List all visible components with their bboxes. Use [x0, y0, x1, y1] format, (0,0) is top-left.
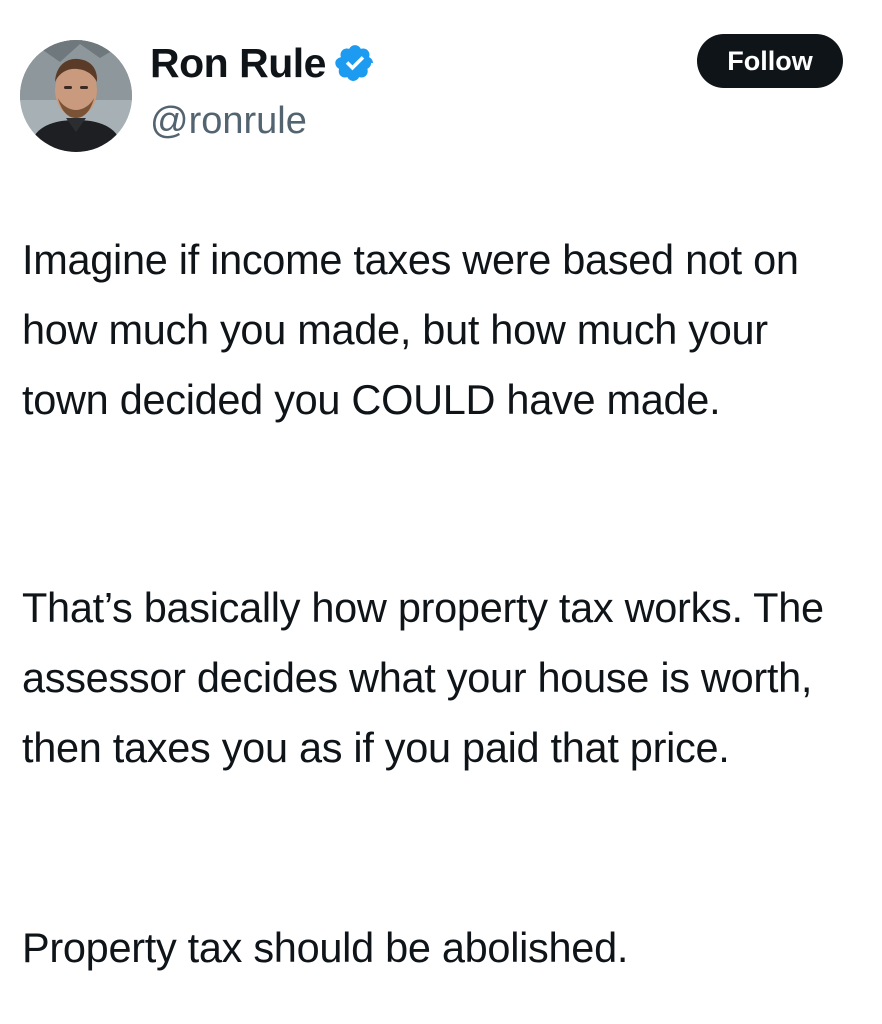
- author-name-row: Ron Rule: [150, 38, 376, 88]
- avatar[interactable]: [20, 40, 132, 152]
- avatar-photo: [20, 40, 132, 152]
- author-handle[interactable]: @ronrule: [150, 98, 307, 144]
- tweet-card: Ron Rule @ronrule Follow Imagine if inco…: [0, 0, 882, 1024]
- tweet-paragraph: That’s basically how property tax works.…: [22, 584, 824, 771]
- author-display-name[interactable]: Ron Rule: [150, 38, 326, 88]
- verified-badge-icon: [334, 42, 376, 84]
- follow-button[interactable]: Follow: [697, 34, 843, 88]
- tweet-paragraph: Imagine if income taxes were based not o…: [22, 236, 799, 423]
- tweet-paragraph: Property tax should be abolished.: [22, 924, 629, 971]
